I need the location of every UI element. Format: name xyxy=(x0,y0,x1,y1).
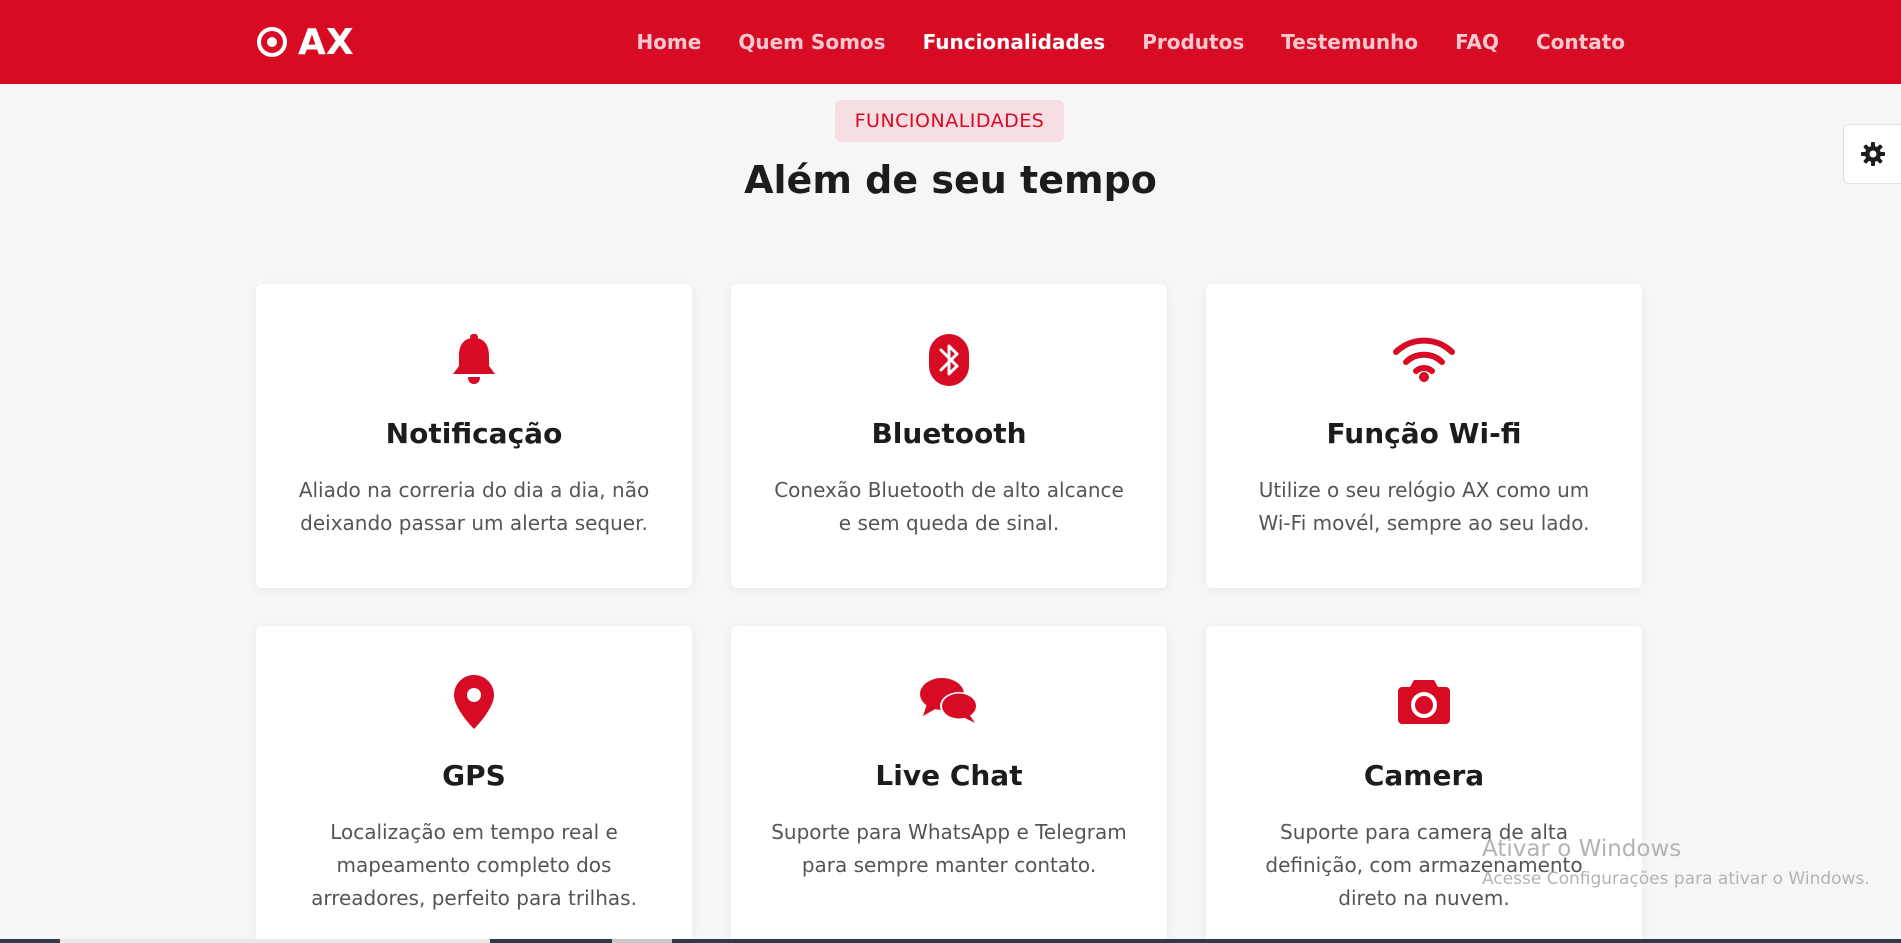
feature-card-live-chat: Live Chat Suporte para WhatsApp e Telegr… xyxy=(731,626,1167,943)
feature-title: Notificação xyxy=(385,417,563,450)
description-line: Utilize o seu relógio AX como um xyxy=(1258,478,1590,502)
nav-link-contato[interactable]: Contato xyxy=(1536,30,1625,54)
nav-link-testemunho[interactable]: Testemunho xyxy=(1281,30,1418,54)
nav-link-quem-somos[interactable]: Quem Somos xyxy=(738,30,885,54)
windows-activation-subtitle: Acesse Configurações para ativar o Windo… xyxy=(1482,869,1870,889)
feature-card-wifi: Função Wi-fi Utilize o seu relógio AX co… xyxy=(1206,284,1642,588)
brand-logo[interactable]: AX xyxy=(256,20,354,64)
nav-link-faq[interactable]: FAQ xyxy=(1455,30,1499,54)
feature-card-camera: Camera Suporte para camera de alta defin… xyxy=(1206,626,1642,943)
description-line: e sem queda de sinal. xyxy=(838,511,1060,535)
feature-icon-wrap xyxy=(731,676,1167,724)
feature-description: Aliado na correria do dia a dia, não dei… xyxy=(296,474,652,540)
feature-description: Suporte para camera de alta definição, c… xyxy=(1246,816,1602,915)
section-badge: FUNCIONALIDADES xyxy=(835,100,1064,142)
nav-link-home[interactable]: Home xyxy=(636,30,701,54)
description-line: Localização em tempo real e xyxy=(330,820,618,844)
bluetooth-icon xyxy=(929,334,969,386)
description-line: Wi-Fi movél, sempre ao seu lado. xyxy=(1258,511,1590,535)
taskbar-segment xyxy=(60,939,490,943)
description-line: para sempre manter contato. xyxy=(801,853,1097,877)
description-line: deixando passar um alerta sequer. xyxy=(300,511,648,535)
feature-icon-wrap xyxy=(1206,334,1642,382)
taskbar-strip xyxy=(0,939,1901,943)
feature-icon-wrap xyxy=(256,675,692,729)
feature-title: GPS xyxy=(442,759,506,792)
logo-text: AX xyxy=(298,21,354,63)
feature-description: Conexão Bluetooth de alto alcance e sem … xyxy=(771,474,1127,540)
feature-icon-wrap xyxy=(1206,678,1642,724)
feature-description: Suporte para WhatsApp e Telegram para se… xyxy=(771,816,1127,882)
top-navbar: AX Home Quem Somos Funcionalidades Produ… xyxy=(0,0,1901,84)
feature-icon-wrap xyxy=(256,334,692,386)
section-title: Além de seu tempo xyxy=(744,158,1157,202)
chat-icon xyxy=(920,678,978,723)
feature-card-notificacao: Notificação Aliado na correria do dia a … xyxy=(256,284,692,588)
feature-card-gps: GPS Localização em tempo real e mapeamen… xyxy=(256,626,692,943)
description-line: Conexão Bluetooth de alto alcance xyxy=(774,478,1124,502)
description-line: Aliado na correria do dia a dia, não xyxy=(298,478,650,502)
taskbar-segment xyxy=(612,939,672,943)
description-line: arreadores, perfeito para trilhas. xyxy=(311,886,637,910)
feature-title: Função Wi-fi xyxy=(1326,417,1522,450)
feature-title: Live Chat xyxy=(875,759,1023,792)
bell-icon xyxy=(453,334,495,384)
wifi-icon xyxy=(1393,337,1455,382)
feature-title: Bluetooth xyxy=(871,417,1027,450)
description-line: mapeamento completo dos xyxy=(336,853,612,877)
windows-activation-title: Ativar o Windows xyxy=(1482,836,1682,862)
description-line: Suporte para WhatsApp e Telegram xyxy=(771,820,1127,844)
target-logo-icon xyxy=(257,27,287,57)
main-nav: Home Quem Somos Funcionalidades Produtos… xyxy=(636,0,1625,84)
feature-description: Utilize o seu relógio AX como um Wi-Fi m… xyxy=(1246,474,1602,540)
feature-title: Camera xyxy=(1363,759,1485,792)
feature-icon-wrap xyxy=(731,334,1167,386)
map-pin-icon xyxy=(454,675,494,729)
feature-description: Localização em tempo real e mapeamento c… xyxy=(296,816,652,915)
feature-card-bluetooth: Bluetooth Conexão Bluetooth de alto alca… xyxy=(731,284,1167,588)
nav-link-produtos[interactable]: Produtos xyxy=(1142,30,1244,54)
nav-link-funcionalidades[interactable]: Funcionalidades xyxy=(923,30,1106,54)
camera-icon xyxy=(1398,680,1450,724)
